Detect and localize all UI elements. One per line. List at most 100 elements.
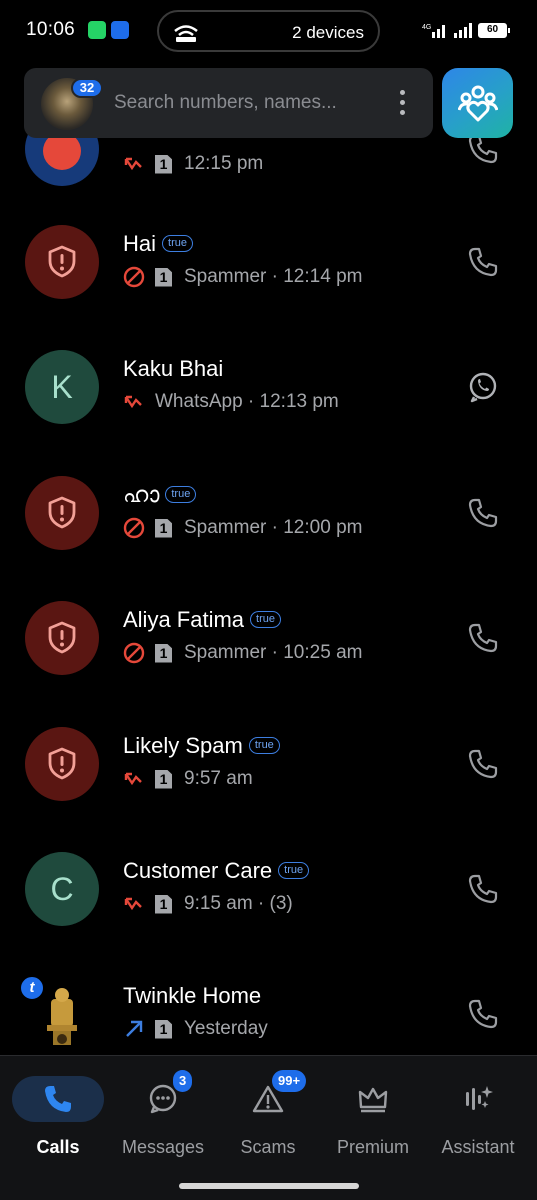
contact-avatar[interactable] <box>25 601 99 675</box>
contact-avatar[interactable] <box>25 225 99 299</box>
call-time: Spammer · 10:25 am <box>184 642 363 663</box>
search-bar: 32 <box>24 68 433 138</box>
contact-avatar[interactable] <box>25 727 99 801</box>
spam-shield-icon <box>48 621 76 654</box>
contact-name-text: Aliya Fatima <box>123 607 245 632</box>
call-log-item[interactable]: ഹാ true 1 Spammer · 12:00 pm <box>0 476 537 601</box>
missed-call-icon <box>124 157 142 171</box>
nav-assistant[interactable]: Assistant <box>424 1056 532 1166</box>
call-button[interactable] <box>466 872 500 906</box>
phone-icon <box>468 874 498 904</box>
notification-count-badge: 32 <box>71 78 103 98</box>
nav-label: Messages <box>121 1137 205 1157</box>
svg-text:4G: 4G <box>422 24 431 31</box>
contact-name-text: ഹാ <box>123 482 160 507</box>
verified-badge: true <box>250 610 282 628</box>
call-log-item[interactable]: K Kaku Bhai WhatsApp · 12:13 pm <box>0 350 537 475</box>
contacts-button[interactable] <box>442 68 513 138</box>
call-log-item[interactable]: Hai true 1 Spammer · 12:14 pm <box>0 225 537 350</box>
call-list: 1 12:15 pm Hai true 1 Spammer · 12:14 pm K Kaku… <box>0 0 537 1055</box>
contact-avatar[interactable]: K <box>25 350 99 424</box>
call-log-item[interactable]: Likely Spam true 1 9:57 am <box>0 727 537 852</box>
contact-avatar[interactable]: t <box>19 975 99 1051</box>
status-indicators: 4G 60 <box>422 22 510 38</box>
call-button[interactable] <box>466 621 500 655</box>
spam-shield-icon <box>48 747 76 780</box>
signal-4g-icon: 4G <box>422 24 445 38</box>
nav-label: Calls <box>36 1137 80 1157</box>
phone-icon <box>468 498 498 528</box>
verified-badge: true <box>162 234 193 252</box>
more-options-icon[interactable] <box>397 90 407 116</box>
call-button[interactable] <box>466 496 500 530</box>
nav-label: Scams <box>240 1137 296 1157</box>
missed-call-icon <box>124 772 142 786</box>
call-meta: 1 9:15 am · (3) <box>123 892 293 916</box>
nav-badge: 99+ <box>272 1070 307 1092</box>
contact-name-text: Twinkle Home <box>123 983 262 1008</box>
call-button[interactable] <box>466 245 500 279</box>
whatsapp-call-button[interactable] <box>466 370 500 404</box>
phone-icon <box>468 623 498 653</box>
contacts-icon <box>458 85 498 122</box>
call-meta: WhatsApp · 12:13 pm <box>123 390 339 414</box>
call-meta: 1 9:57 am <box>123 767 253 791</box>
call-time: Yesterday <box>184 1018 268 1039</box>
sim-icon: 1 <box>155 267 172 287</box>
wifi-share-icon <box>174 25 198 42</box>
outgoing-call-icon <box>126 1020 143 1037</box>
nav-badge: 3 <box>173 1070 193 1092</box>
nav-label: Assistant <box>441 1137 515 1157</box>
call-time: 12:15 pm <box>184 153 264 174</box>
truecaller-badge-icon: t <box>19 975 45 1001</box>
status-time: 10:06 <box>26 19 76 40</box>
call-meta: 1 Spammer · 10:25 am <box>123 641 362 665</box>
whatsapp-icon <box>469 372 497 403</box>
nav-messages[interactable]: Messages <box>109 1056 217 1166</box>
search-input[interactable] <box>114 90 382 116</box>
device-island[interactable]: 2 devices <box>157 10 380 52</box>
contact-name: Hai true <box>123 231 193 257</box>
battery-icon: 60 <box>478 22 510 38</box>
assistant-icon <box>466 1086 493 1110</box>
phone-icon <box>468 999 498 1029</box>
contact-name-text: Likely Spam <box>123 733 243 758</box>
call-log-item[interactable]: C Customer Care true 1 9:15 am · (3) <box>0 852 537 977</box>
contact-avatar[interactable] <box>25 476 99 550</box>
sim-icon: 1 <box>155 769 172 789</box>
call-meta: 1 12:15 pm <box>123 152 263 176</box>
nav-premium[interactable]: Premium <box>319 1056 427 1166</box>
nav-calls[interactable]: Calls <box>4 1056 112 1166</box>
call-time: 9:15 am · (3) <box>184 893 293 914</box>
call-log-item[interactable]: t Twinkle Home 1 Yesterday <box>0 975 537 1055</box>
truecaller-notification-icon <box>111 21 129 39</box>
call-time: Spammer · 12:00 pm <box>184 517 363 538</box>
sim-icon: 1 <box>155 643 172 663</box>
sim-icon: 1 <box>155 518 172 538</box>
contact-name: Customer Care true <box>123 858 310 884</box>
contact-name-text: Hai <box>123 231 157 256</box>
call-button[interactable] <box>466 997 500 1031</box>
verified-badge: true <box>278 861 310 879</box>
nav-label: Premium <box>336 1137 409 1157</box>
contact-avatar[interactable]: C <box>25 852 99 926</box>
missed-call-icon <box>124 897 142 911</box>
contact-name: ഹാ true <box>123 482 197 508</box>
verified-badge: true <box>248 736 280 754</box>
contact-name: Twinkle Home <box>123 983 261 1009</box>
verified-badge: true <box>165 485 197 503</box>
contact-name: Aliya Fatima true <box>123 607 282 633</box>
phone-icon <box>468 749 498 779</box>
home-indicator[interactable] <box>179 1183 359 1189</box>
phone-icon <box>468 247 498 277</box>
missed-call-icon <box>124 395 142 409</box>
contact-name: Kaku Bhai <box>123 356 223 382</box>
call-button[interactable] <box>466 747 500 781</box>
call-meta: 1 Yesterday <box>123 1017 268 1041</box>
signal-icon <box>454 23 472 38</box>
nav-scams[interactable]: Scams <box>214 1056 322 1166</box>
call-meta: 1 Spammer · 12:14 pm <box>123 265 362 289</box>
sim-icon: 1 <box>155 154 172 174</box>
call-log-item[interactable]: Aliya Fatima true 1 Spammer · 10:25 am <box>0 601 537 726</box>
contact-name: Likely Spam true <box>123 733 280 759</box>
